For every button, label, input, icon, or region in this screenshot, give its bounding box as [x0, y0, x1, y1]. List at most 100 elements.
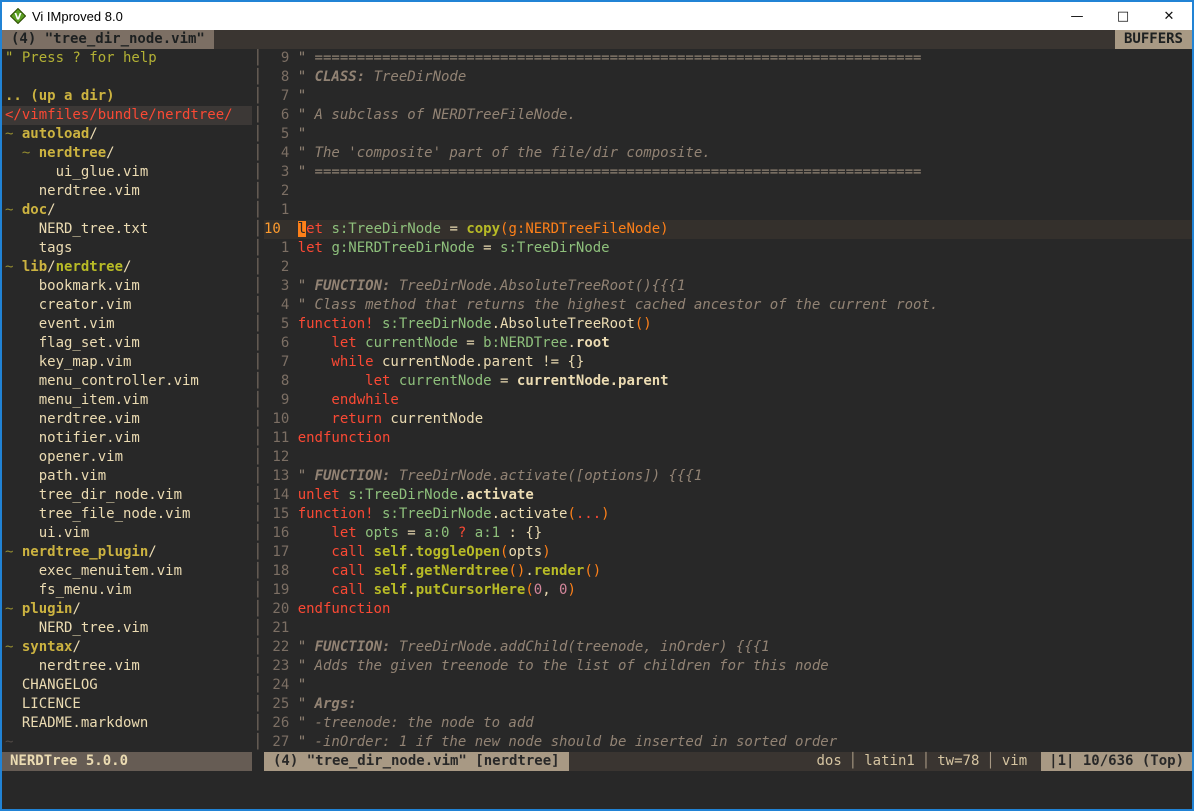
code-line[interactable]: 3" =====================================…: [264, 163, 1192, 182]
code-line[interactable]: 13" FUNCTION: TreeDirNode.activate([opti…: [264, 467, 1192, 486]
code-line[interactable]: 4" Class method that returns the highest…: [264, 296, 1192, 315]
code-line[interactable]: 10let s:TreeDirNode = copy(g:NERDTreeFil…: [264, 220, 1192, 239]
code-line[interactable]: 6" A subclass of NERDTreeFileNode.: [264, 106, 1192, 125]
code-line[interactable]: 10 return currentNode: [264, 410, 1192, 429]
tree-item[interactable]: README.markdown: [2, 714, 252, 733]
vsplit-glyph: │: [252, 334, 264, 353]
code-line[interactable]: 23" Adds the given treenode to the list …: [264, 657, 1192, 676]
code-line[interactable]: 9" =====================================…: [264, 49, 1192, 68]
vsplit-glyph: │: [252, 733, 264, 752]
code-line[interactable]: 1: [264, 201, 1192, 220]
line-number: 4: [264, 144, 298, 163]
code-line[interactable]: 19 call self.putCursorHere(0, 0): [264, 581, 1192, 600]
code-line[interactable]: 25" Args:: [264, 695, 1192, 714]
tree-item[interactable]: " Press ? for help: [2, 49, 252, 68]
maximize-button[interactable]: □: [1100, 2, 1146, 30]
tree-item[interactable]: nerdtree.vim: [2, 657, 252, 676]
line-number: 3: [264, 277, 298, 296]
vsplit-glyph: │: [252, 106, 264, 125]
tree-item[interactable]: flag_set.vim: [2, 334, 252, 353]
vsplit-glyph: │: [252, 125, 264, 144]
code-line[interactable]: 1let g:NERDTreeDirNode = s:TreeDirNode: [264, 239, 1192, 258]
tree-item[interactable]: fs_menu.vim: [2, 581, 252, 600]
tree-item[interactable]: path.vim: [2, 467, 252, 486]
code-line[interactable]: 11endfunction: [264, 429, 1192, 448]
tree-item[interactable]: ui_glue.vim: [2, 163, 252, 182]
tree-item[interactable]: ~ lib/nerdtree/: [2, 258, 252, 277]
tree-item[interactable]: NERD_tree.vim: [2, 619, 252, 638]
line-number: 2: [264, 182, 298, 201]
tree-item[interactable]: .. (up a dir): [2, 87, 252, 106]
vsplit-glyph: │: [252, 486, 264, 505]
tree-item[interactable]: </vimfiles/bundle/nerdtree/: [2, 106, 252, 125]
code-line[interactable]: 15function! s:TreeDirNode.activate(...): [264, 505, 1192, 524]
tree-item[interactable]: LICENCE: [2, 695, 252, 714]
code-line[interactable]: 21: [264, 619, 1192, 638]
tree-item[interactable]: event.vim: [2, 315, 252, 334]
code-line[interactable]: 20endfunction: [264, 600, 1192, 619]
line-number: 20: [264, 600, 298, 619]
tree-item[interactable]: NERD_tree.txt: [2, 220, 252, 239]
code-line[interactable]: 12: [264, 448, 1192, 467]
tree-item[interactable]: tree_file_node.vim: [2, 505, 252, 524]
vertical-split-handle[interactable]: │││││││││││││││││││││││││││││││││││││: [252, 49, 264, 752]
tree-item[interactable]: tree_dir_node.vim: [2, 486, 252, 505]
tree-item[interactable]: nerdtree.vim: [2, 410, 252, 429]
tree-item[interactable]: ~ autoload/: [2, 125, 252, 144]
tree-item[interactable]: bookmark.vim: [2, 277, 252, 296]
code-line[interactable]: 9 endwhile: [264, 391, 1192, 410]
tree-item[interactable]: menu_item.vim: [2, 391, 252, 410]
code-line[interactable]: 22" FUNCTION: TreeDirNode.addChild(treen…: [264, 638, 1192, 657]
tree-item[interactable]: ui.vim: [2, 524, 252, 543]
tree-item[interactable]: opener.vim: [2, 448, 252, 467]
statusline-item: dos: [817, 753, 842, 769]
line-number: 19: [264, 581, 298, 600]
line-number: 16: [264, 524, 298, 543]
tree-item[interactable]: ~ doc/: [2, 201, 252, 220]
code-line[interactable]: 26" -treenode: the node to add: [264, 714, 1192, 733]
tree-item[interactable]: [2, 68, 252, 87]
tree-item[interactable]: CHANGELOG: [2, 676, 252, 695]
tree-item[interactable]: ~ nerdtree_plugin/: [2, 543, 252, 562]
tree-item[interactable]: ~ syntax/: [2, 638, 252, 657]
status-line: NERDTree 5.0.0 (4) "tree_dir_node.vim" […: [2, 752, 1192, 771]
tree-item[interactable]: ~ plugin/: [2, 600, 252, 619]
code-line[interactable]: 16 let opts = a:0 ? a:1 : {}: [264, 524, 1192, 543]
statusline-separator: │: [842, 753, 864, 769]
vsplit-glyph: │: [252, 581, 264, 600]
code-line[interactable]: 18 call self.getNerdtree().render(): [264, 562, 1192, 581]
line-number: 23: [264, 657, 298, 676]
code-line[interactable]: 7 while currentNode.parent != {}: [264, 353, 1192, 372]
nerdtree-sidebar: " Press ? for help .. (up a dir)</vimfile…: [2, 49, 252, 752]
line-number: 5: [264, 315, 298, 334]
vim-window: V Vi IMproved 8.0 — □ ✕ (4) "tree_dir_no…: [0, 0, 1194, 811]
tree-item[interactable]: ~ nerdtree/: [2, 144, 252, 163]
code-line[interactable]: 3" FUNCTION: TreeDirNode.AbsoluteTreeRoo…: [264, 277, 1192, 296]
code-line[interactable]: 27" -inOrder: 1 if the new node should b…: [264, 733, 1192, 752]
tree-item[interactable]: tags: [2, 239, 252, 258]
tree-item[interactable]: key_map.vim: [2, 353, 252, 372]
code-line[interactable]: 24": [264, 676, 1192, 695]
code-line[interactable]: 5": [264, 125, 1192, 144]
code-line[interactable]: 17 call self.toggleOpen(opts): [264, 543, 1192, 562]
code-line[interactable]: 8 let currentNode = currentNode.parent: [264, 372, 1192, 391]
statusline-separator: │: [979, 753, 1001, 769]
tree-item[interactable]: nerdtree.vim: [2, 182, 252, 201]
close-button[interactable]: ✕: [1146, 2, 1192, 30]
code-line[interactable]: 7": [264, 87, 1192, 106]
code-line[interactable]: 4" The 'composite' part of the file/dir …: [264, 144, 1192, 163]
code-line[interactable]: 14unlet s:TreeDirNode.activate: [264, 486, 1192, 505]
code-line[interactable]: 2: [264, 258, 1192, 277]
code-line[interactable]: 6 let currentNode = b:NERDTree.root: [264, 334, 1192, 353]
code-line[interactable]: 5function! s:TreeDirNode.AbsoluteTreeRoo…: [264, 315, 1192, 334]
tree-item[interactable]: exec_menuitem.vim: [2, 562, 252, 581]
tree-item[interactable]: menu_controller.vim: [2, 372, 252, 391]
code-line[interactable]: 2: [264, 182, 1192, 201]
line-number: 26: [264, 714, 298, 733]
tree-item[interactable]: creator.vim: [2, 296, 252, 315]
vsplit-glyph: │: [252, 239, 264, 258]
tree-item[interactable]: notifier.vim: [2, 429, 252, 448]
code-line[interactable]: 8" CLASS: TreeDirNode: [264, 68, 1192, 87]
minimize-button[interactable]: —: [1054, 2, 1100, 30]
tab-tree-dir-node[interactable]: (4) "tree_dir_node.vim": [2, 30, 214, 49]
